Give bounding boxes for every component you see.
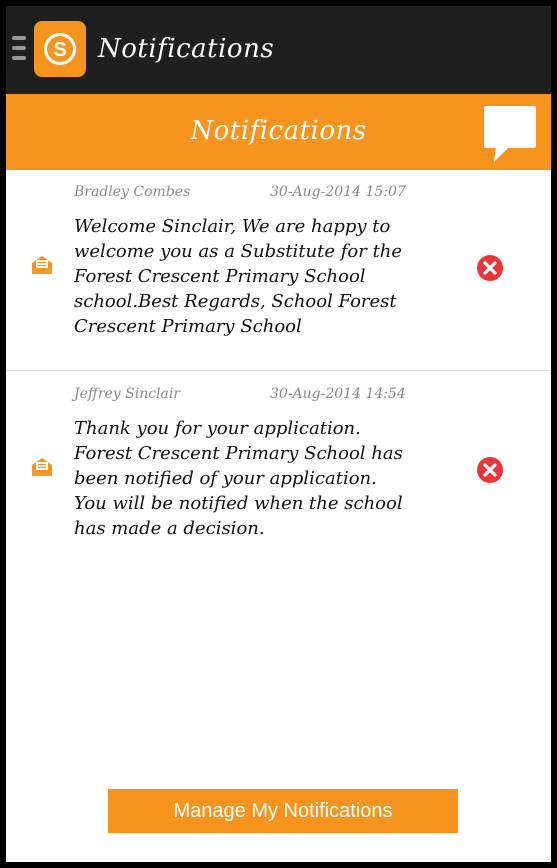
app-logo[interactable]: S — [34, 21, 86, 77]
delete-notification-icon[interactable] — [476, 456, 504, 484]
page-header: Notifications — [6, 94, 551, 170]
notification-date: 30-Aug-2014 15:07 — [270, 184, 406, 200]
app-screen: S Notifications Notifications Bradley Co… — [6, 6, 551, 862]
open-envelope-icon — [32, 458, 52, 476]
notification-date: 30-Aug-2014 14:54 — [270, 386, 406, 402]
app-bar: S Notifications — [6, 6, 551, 94]
notification-message: Thank you for your application. Forest C… — [74, 416, 454, 541]
page-title: Notifications — [190, 116, 367, 146]
open-envelope-icon — [32, 256, 52, 274]
notification-item[interactable]: Bradley Combes 30-Aug-2014 15:07 Welcome… — [6, 170, 551, 371]
message-line: Forest Crescent Primary School — [74, 266, 366, 287]
notification-sender: Bradley Combes — [74, 184, 191, 200]
message-line: has made a decision. — [74, 518, 265, 539]
message-line: You will be notified when the school — [74, 493, 403, 514]
message-line: welcome you as a Substitute for the — [74, 241, 403, 262]
hamburger-menu-icon[interactable] — [12, 36, 26, 66]
delete-notification-icon[interactable] — [476, 254, 504, 282]
message-line: Crescent Primary School — [74, 316, 302, 337]
manage-notifications-button[interactable]: Manage My Notifications — [108, 789, 458, 833]
notification-sender: Jeffrey Sinclair — [74, 386, 181, 402]
message-line: Welcome Sinclair, We are happy to — [74, 216, 391, 237]
notification-item[interactable]: Jeffrey Sinclair 30-Aug-2014 14:54 Thank… — [6, 372, 551, 572]
logo-letter: S — [53, 39, 66, 61]
message-line: been notified of your application. — [74, 468, 377, 489]
message-line: Forest Crescent Primary School has — [74, 443, 403, 464]
message-line: school.Best Regards, School Forest — [74, 291, 397, 312]
message-line: Thank you for your application. — [74, 418, 361, 439]
app-bar-title: Notifications — [98, 34, 275, 64]
logo-s-icon: S — [44, 33, 76, 65]
speech-bubble-icon[interactable] — [482, 104, 538, 166]
notification-message: Welcome Sinclair, We are happy to welcom… — [74, 214, 454, 339]
